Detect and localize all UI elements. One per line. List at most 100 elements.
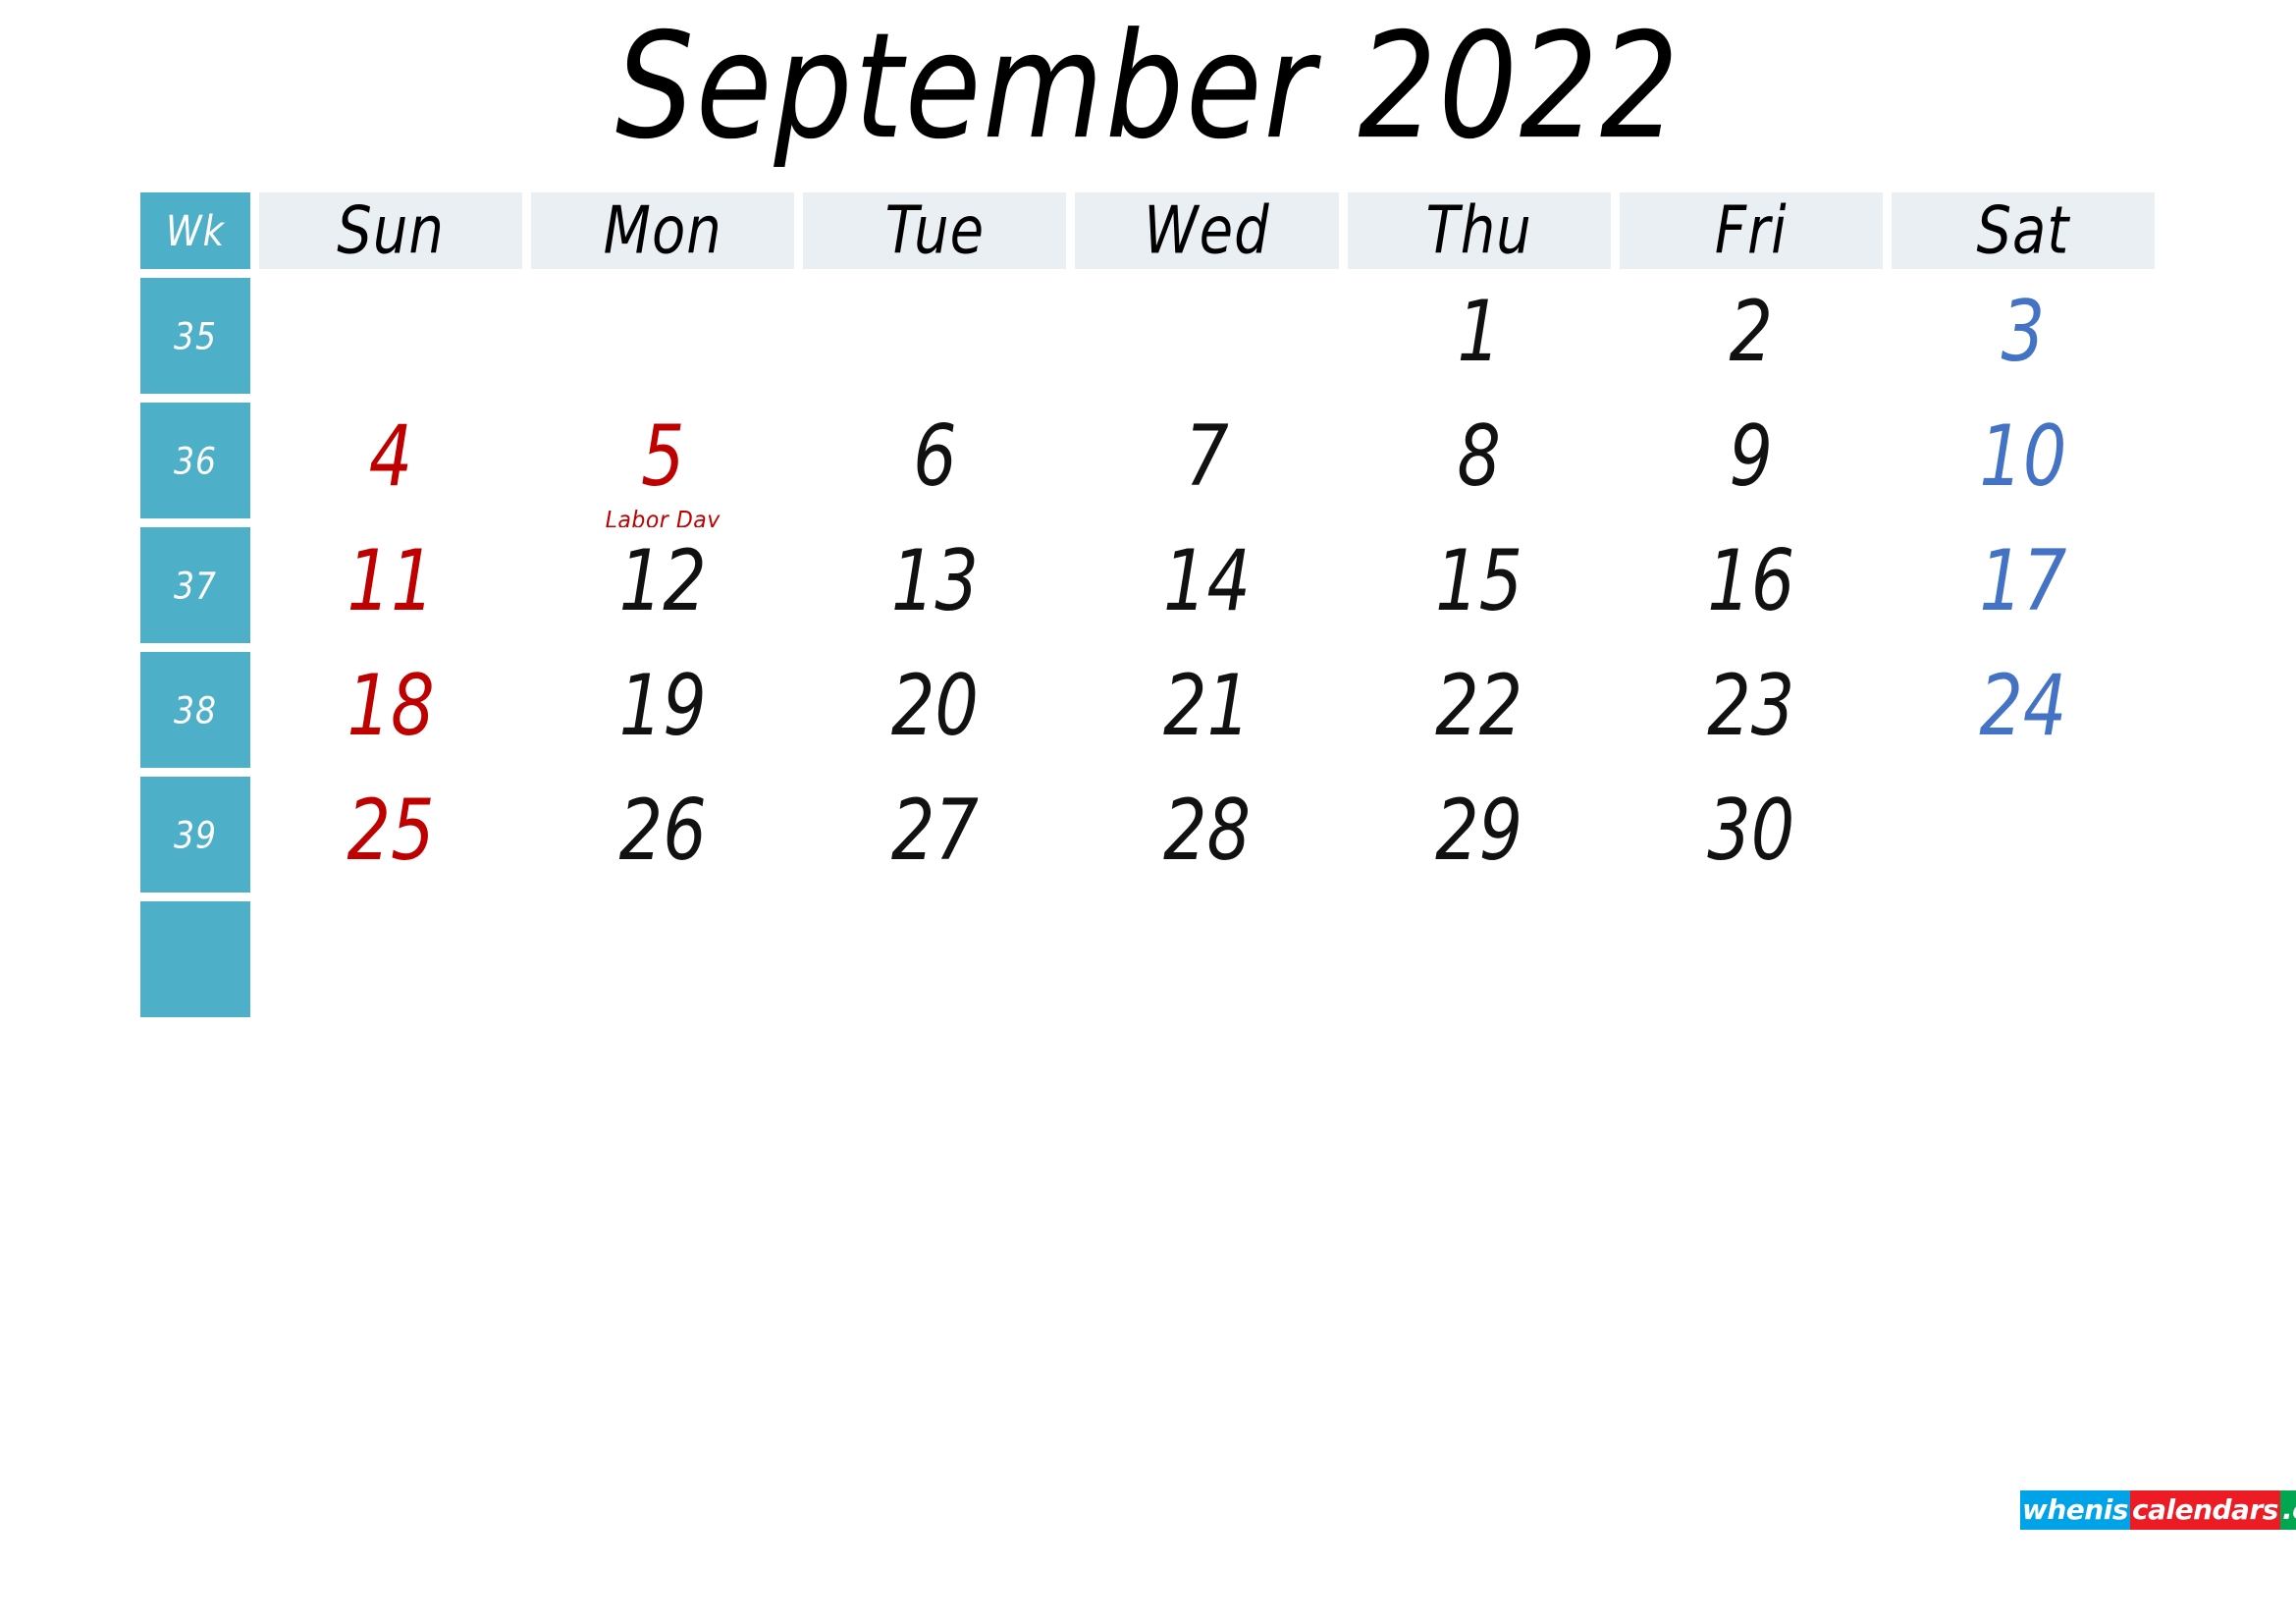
calendar-day-cell[interactable]: 7 xyxy=(1075,403,1339,518)
calendar-day-cell-empty xyxy=(1891,777,2155,893)
day-header-sun: Sun xyxy=(259,192,523,269)
day-header-sat: Sat xyxy=(1891,192,2155,269)
day-number: 4 xyxy=(368,406,413,506)
calendar-week-row: 39 25 26 27 28 29 30 xyxy=(140,777,2155,893)
calendar-header-row: Wk Sun Mon Tue Wed Thu Fri Sat xyxy=(140,192,2155,269)
calendar-week-row: 35 1 2 3 xyxy=(140,278,2155,394)
calendar-day-cell-empty xyxy=(803,901,1067,1017)
calendar-day-cell[interactable]: 6 xyxy=(803,403,1067,518)
calendar-day-cell[interactable]: 1 xyxy=(1347,278,1611,394)
calendar-day-cell-empty xyxy=(1619,901,1883,1017)
day-number: 27 xyxy=(890,781,979,880)
calendar-day-cell[interactable]: 3 xyxy=(1891,278,2155,394)
week-number-label: 37 xyxy=(174,564,217,607)
calendar-day-cell[interactable]: 10 xyxy=(1891,403,2155,518)
day-number: 11 xyxy=(347,531,435,630)
day-number: 22 xyxy=(1435,656,1523,755)
day-header-thu: Thu xyxy=(1347,192,1611,269)
day-number: 7 xyxy=(1185,406,1229,506)
day-header-label: Fri xyxy=(1714,192,1788,269)
day-number: 26 xyxy=(618,781,707,880)
day-number: 10 xyxy=(1979,406,2067,506)
day-number: 28 xyxy=(1162,781,1252,880)
week-number-label: 39 xyxy=(174,813,217,856)
day-number: 15 xyxy=(1435,531,1523,630)
calendar-day-cell[interactable]: 28 xyxy=(1075,777,1339,893)
calendar-day-cell[interactable]: 18 xyxy=(259,652,523,768)
day-number: 21 xyxy=(1162,656,1252,755)
week-number-cell: 35 xyxy=(140,278,250,394)
day-header-label: Tue xyxy=(884,192,986,269)
day-header-mon: Mon xyxy=(531,192,795,269)
calendar-day-cell[interactable]: 13 xyxy=(803,527,1067,643)
calendar-day-cell[interactable]: 4 xyxy=(259,403,523,518)
calendar-day-cell[interactable]: 22 xyxy=(1347,652,1611,768)
calendar-day-cell[interactable]: 23 xyxy=(1619,652,1883,768)
site-logo-segment[interactable]: whenis xyxy=(2020,1490,2130,1530)
day-header-label: Sat xyxy=(1976,192,2070,269)
page-title: September 2022 xyxy=(614,1,1682,172)
day-number: 6 xyxy=(913,406,957,506)
calendar-day-cell[interactable]: 17 xyxy=(1891,527,2155,643)
calendar-day-cell-empty xyxy=(531,278,795,394)
week-column-header: Wk xyxy=(140,192,250,269)
day-header-label: Thu xyxy=(1425,192,1532,269)
day-header-label: Wed xyxy=(1144,192,1270,269)
calendar-day-cell[interactable]: 29 xyxy=(1347,777,1611,893)
day-number: 30 xyxy=(1707,781,1795,880)
calendar-day-cell-empty xyxy=(259,901,523,1017)
day-number: 5 xyxy=(640,406,685,506)
calendar-day-cell-empty xyxy=(803,278,1067,394)
calendar-day-cell[interactable]: 9 xyxy=(1619,403,1883,518)
calendar-day-cell[interactable]: 2 xyxy=(1619,278,1883,394)
week-number-cell: 36 xyxy=(140,403,250,518)
calendar-week-row xyxy=(140,901,2155,1017)
calendar-day-cell[interactable]: 27 xyxy=(803,777,1067,893)
calendar-day-cell[interactable]: 5 Labor Day xyxy=(531,403,795,533)
week-column-header-label: Wk xyxy=(165,206,225,255)
week-number-cell xyxy=(140,901,250,1017)
calendar-day-cell[interactable]: 25 xyxy=(259,777,523,893)
calendar-day-cell-empty xyxy=(1347,901,1611,1017)
calendar-day-cell[interactable]: 24 xyxy=(1891,652,2155,768)
calendar-day-cell[interactable]: 26 xyxy=(531,777,795,893)
week-number-label: 35 xyxy=(174,314,217,357)
calendar-day-cell[interactable]: 30 xyxy=(1619,777,1883,893)
day-number: 14 xyxy=(1162,531,1252,630)
calendar-day-cell[interactable]: 12 xyxy=(531,527,795,643)
day-header-tue: Tue xyxy=(803,192,1067,269)
day-number: 17 xyxy=(1979,531,2067,630)
calendar-day-cell[interactable]: 20 xyxy=(803,652,1067,768)
calendar-body: 35 1 2 3 36 4 5 Labor Day 6 7 8 9 10 37 11 12 13 14 15 16 17… xyxy=(140,278,2155,1017)
day-number: 24 xyxy=(1979,656,2067,755)
calendar-day-cell[interactable]: 19 xyxy=(531,652,795,768)
day-number: 3 xyxy=(2001,282,2046,381)
calendar-week-row: 37 11 12 13 14 15 16 17 xyxy=(140,527,2155,643)
day-header-label: Mon xyxy=(603,192,722,269)
calendar-grid: Wk Sun Mon Tue Wed Thu Fri Sat 35 1 2 3 36 4 5… xyxy=(140,192,2155,1026)
day-header-label: Sun xyxy=(337,192,445,269)
week-number-label: 36 xyxy=(174,439,217,482)
site-logo-segment[interactable]: .com xyxy=(2279,1490,2296,1530)
day-number: 13 xyxy=(890,531,979,630)
day-header-wed: Wed xyxy=(1075,192,1339,269)
calendar-day-cell[interactable]: 11 xyxy=(259,527,523,643)
calendar-day-cell-empty xyxy=(1075,901,1339,1017)
day-number: 9 xyxy=(1729,406,1774,506)
calendar-day-cell-empty xyxy=(1891,901,2155,1017)
site-logo-segment[interactable]: calendars xyxy=(2130,1490,2280,1530)
day-number: 25 xyxy=(347,781,435,880)
calendar-day-cell-empty xyxy=(531,901,795,1017)
calendar-day-cell-empty xyxy=(1075,278,1339,394)
week-number-label: 38 xyxy=(174,688,217,731)
calendar-day-cell[interactable]: 21 xyxy=(1075,652,1339,768)
day-number: 16 xyxy=(1707,531,1795,630)
calendar-week-row: 36 4 5 Labor Day 6 7 8 9 10 xyxy=(140,403,2155,533)
day-number: 19 xyxy=(618,656,707,755)
calendar-day-cell[interactable]: 14 xyxy=(1075,527,1339,643)
calendar-day-cell[interactable]: 8 xyxy=(1347,403,1611,518)
calendar-week-row: 38 18 19 20 21 22 23 24 xyxy=(140,652,2155,768)
day-number: 12 xyxy=(618,531,707,630)
calendar-day-cell[interactable]: 16 xyxy=(1619,527,1883,643)
calendar-day-cell[interactable]: 15 xyxy=(1347,527,1611,643)
